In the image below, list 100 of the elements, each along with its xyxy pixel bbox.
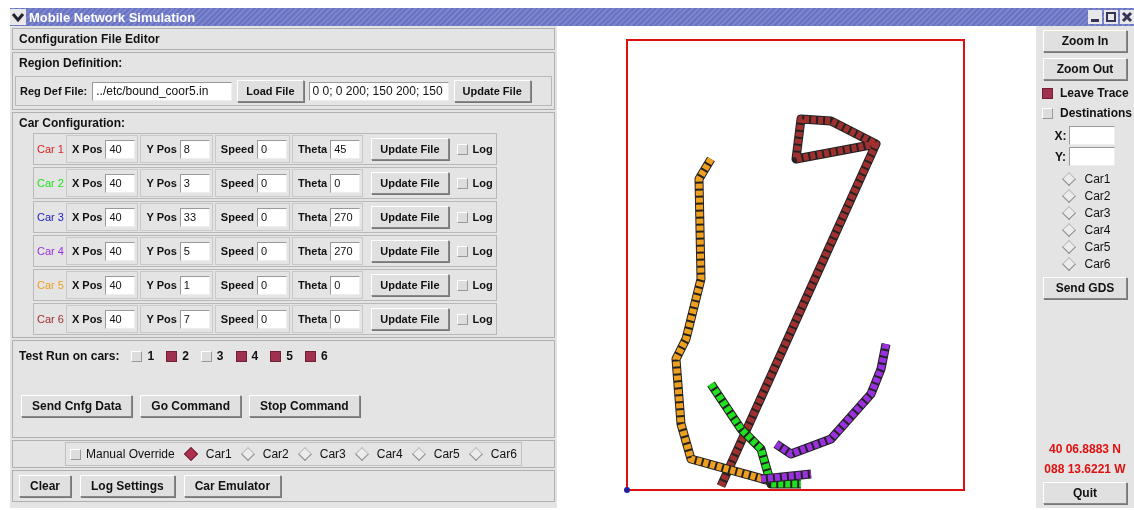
update-file-button[interactable]: Update File — [371, 206, 449, 228]
field-label: X Pos — [70, 177, 104, 189]
radio-label: Car5 — [433, 447, 460, 461]
theta-field[interactable]: 0 — [330, 275, 361, 295]
update-file-button[interactable]: Update File — [371, 172, 449, 194]
maximize-icon[interactable] — [1104, 10, 1118, 24]
update-file-button[interactable]: Update File — [371, 308, 449, 330]
theta-field[interactable]: 45 — [330, 139, 361, 159]
radio-label: Car4 — [376, 447, 403, 461]
y-pos-field[interactable]: 5 — [179, 241, 210, 261]
x-pos-field[interactable]: 40 — [105, 207, 136, 227]
latitude-text: 40 06.8883 N — [1048, 442, 1121, 456]
radio-label: Car2 — [1084, 189, 1111, 203]
speed-field[interactable]: 0 — [256, 207, 287, 227]
zoom-in-button[interactable]: Zoom In — [1043, 30, 1127, 52]
field-label: Theta — [296, 313, 329, 325]
field-label: Speed — [219, 143, 255, 155]
radio-label: Car3 — [1084, 206, 1111, 220]
field-label: Theta — [296, 211, 329, 223]
radio-label: Car4 — [1084, 223, 1111, 237]
field-label: Speed — [219, 177, 255, 189]
checkbox-label: 6 — [320, 349, 328, 363]
x-field[interactable] — [1069, 126, 1116, 145]
speed-field[interactable]: 0 — [256, 241, 287, 261]
x-pos-field[interactable]: 40 — [105, 275, 136, 295]
longitude-text: 088 13.6221 W — [1044, 462, 1126, 476]
speed-field[interactable]: 0 — [256, 173, 287, 193]
radio-button[interactable] — [297, 446, 312, 462]
field-label: X Pos — [70, 211, 104, 223]
update-file-button[interactable]: Update File — [371, 138, 449, 160]
checkbox[interactable] — [166, 350, 178, 362]
y-pos-field[interactable]: 1 — [179, 275, 210, 295]
field-label: X Pos — [70, 143, 104, 155]
car-label: Car 2 — [37, 177, 64, 189]
checkbox-label: 5 — [286, 349, 293, 363]
theta-field[interactable]: 0 — [330, 309, 361, 329]
checkbox[interactable] — [304, 350, 316, 362]
x-pos-field[interactable]: 40 — [105, 309, 136, 329]
field-label: X Pos — [70, 313, 104, 325]
y-pos-field[interactable]: 8 — [179, 139, 210, 159]
checkbox[interactable] — [1042, 87, 1053, 99]
field-label: Y Pos — [145, 279, 178, 291]
theta-field[interactable]: 270 — [330, 207, 361, 227]
close-icon[interactable] — [1120, 10, 1134, 24]
send-gds-button[interactable]: Send GDS — [1043, 277, 1127, 299]
checkbox[interactable] — [235, 350, 247, 362]
update-file-button[interactable]: Update File — [371, 240, 449, 262]
command-button[interactable]: Go Command — [140, 395, 241, 417]
y-field[interactable] — [1069, 147, 1116, 166]
command-button[interactable]: Send Cnfg Data — [21, 395, 133, 417]
zoom-out-button[interactable]: Zoom Out — [1043, 58, 1127, 80]
field-label: Theta — [296, 279, 329, 291]
file-path-field[interactable]: ../etc/bound_coor5.in — [92, 81, 233, 101]
y-pos-field[interactable]: 7 — [179, 309, 210, 329]
quit-button[interactable]: Quit — [1043, 482, 1127, 504]
speed-field[interactable]: 0 — [256, 275, 287, 295]
toolbar-button[interactable]: Car Emulator — [183, 475, 282, 497]
theta-field[interactable]: 270 — [330, 241, 361, 261]
section-title: Car Configuration: — [19, 116, 125, 130]
x-pos-field[interactable]: 40 — [105, 173, 136, 193]
radio-label: Car6 — [1084, 257, 1111, 271]
field-label: Speed — [219, 313, 255, 325]
x-pos-field[interactable]: 40 — [105, 139, 136, 159]
checkbox-label: Log — [472, 211, 493, 223]
field-label: Theta — [296, 245, 329, 257]
checkbox-label: Log — [472, 245, 493, 257]
field-label: Y Pos — [145, 143, 178, 155]
checkbox-label: Leave Trace — [1060, 86, 1129, 100]
car-label: Car 5 — [37, 279, 64, 291]
field-label: Y Pos — [145, 245, 178, 257]
checkbox-label: Log — [472, 177, 493, 189]
x-pos-field[interactable]: 40 — [105, 241, 136, 261]
field-label: Y: — [1054, 149, 1067, 164]
section-title: Region Definition: — [19, 56, 123, 70]
coordinates-field[interactable]: 0 0; 0 200; 150 200; 150 — [308, 81, 449, 101]
checkbox-label: Destinations — [1060, 106, 1132, 120]
minimize-icon[interactable] — [1088, 10, 1102, 24]
update-file-button[interactable]: Update File — [371, 274, 449, 296]
speed-field[interactable]: 0 — [256, 139, 287, 159]
checkbox-label: 2 — [182, 349, 189, 363]
window-menu-icon[interactable] — [10, 9, 26, 25]
speed-field[interactable]: 0 — [256, 309, 287, 329]
field-label: X Pos — [70, 279, 104, 291]
toolbar-button[interactable]: Log Settings — [80, 475, 175, 497]
field-label: Speed — [219, 279, 255, 291]
toolbar-button[interactable]: Clear — [19, 475, 72, 497]
origin-marker — [624, 487, 630, 493]
checkbox[interactable] — [270, 350, 282, 362]
theta-field[interactable]: 0 — [330, 173, 361, 193]
command-button[interactable]: Stop Command — [249, 395, 360, 417]
test-run-label: Test Run on cars: — [19, 349, 120, 363]
y-pos-field[interactable]: 3 — [179, 173, 210, 193]
field-label: Y Pos — [145, 177, 178, 189]
checkbox-label: 4 — [251, 349, 259, 363]
window-title: Mobile Network Simulation — [29, 9, 196, 25]
y-pos-field[interactable]: 33 — [179, 207, 210, 227]
update-file-button[interactable]: Update File — [453, 80, 531, 102]
load-file-button[interactable]: Load File — [237, 80, 304, 102]
checkbox-label: Manual Override — [86, 447, 175, 461]
field-label: Reg Def File: — [20, 85, 88, 97]
